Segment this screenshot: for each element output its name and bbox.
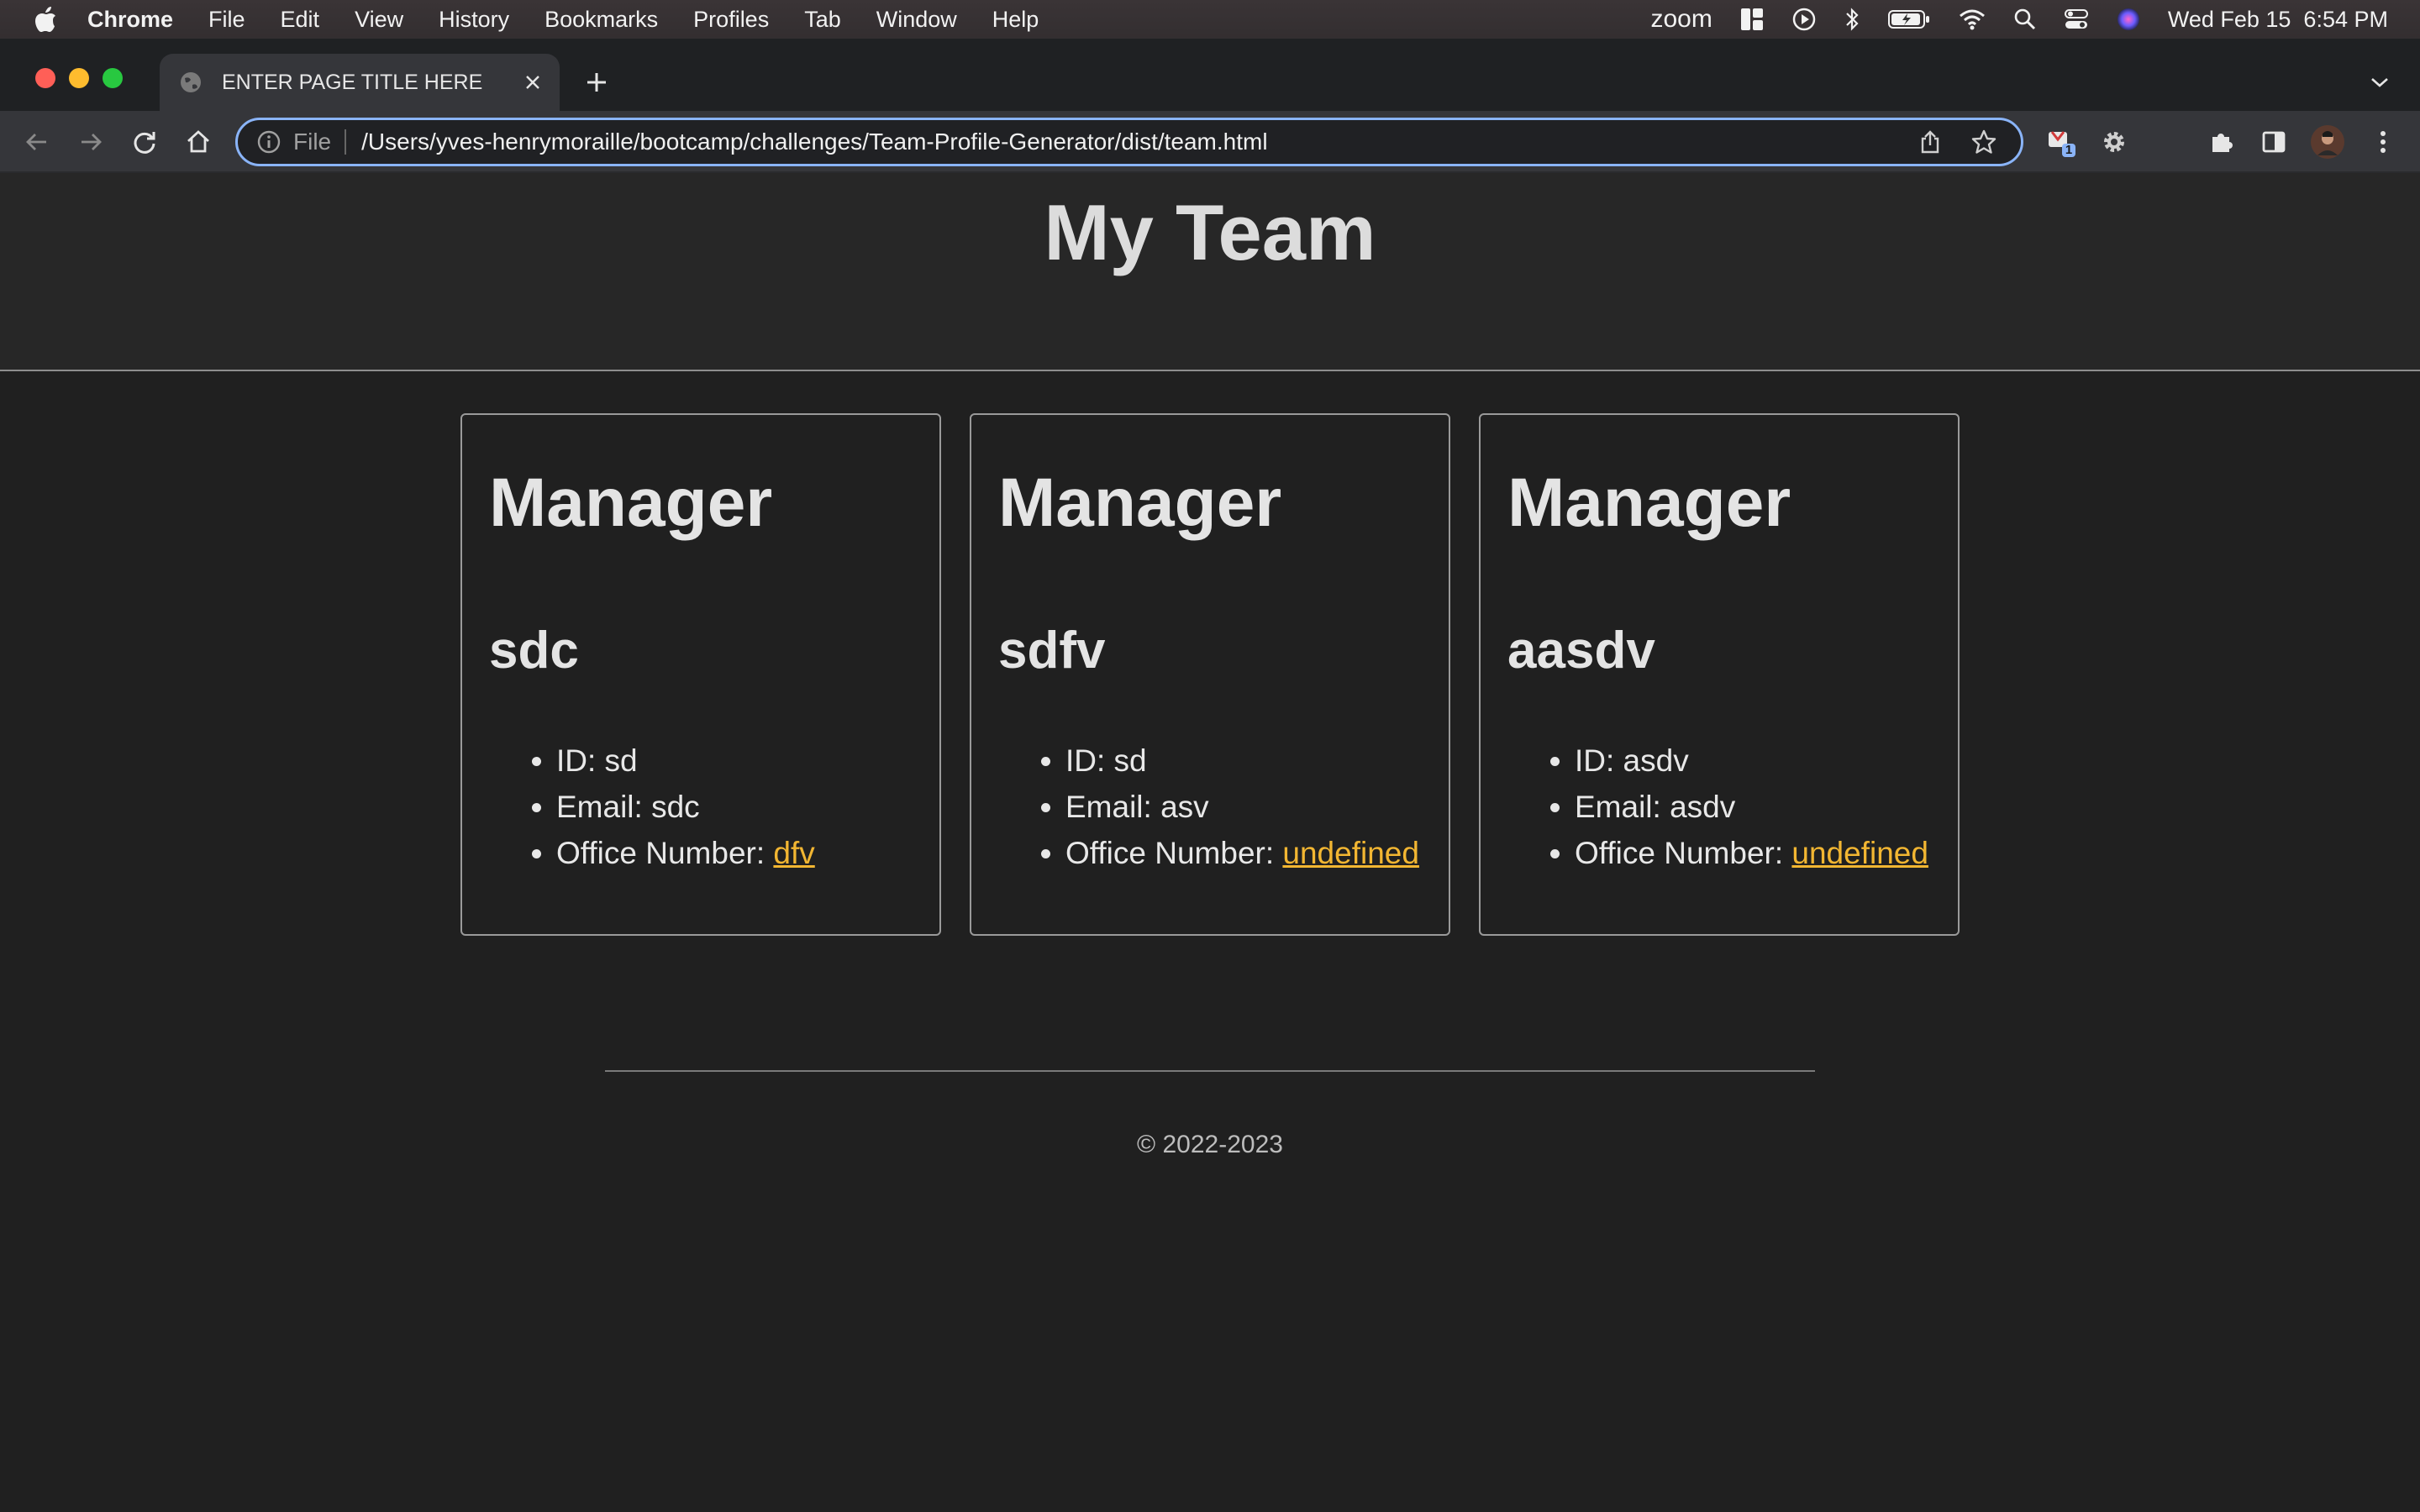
employee-card: Manager aasdv ID: asdv Email: asdv Offic…	[1479, 413, 1960, 936]
url-text[interactable]: /Users/yves-henrymoraille/bootcamp/chall…	[361, 129, 1913, 155]
star-icon[interactable]	[1967, 125, 2001, 159]
gear-icon[interactable]	[2096, 123, 2133, 160]
tab-strip: ENTER PAGE TITLE HERE	[0, 39, 2420, 111]
card-office: Office Number: dfv	[556, 830, 913, 876]
office-number-link[interactable]: undefined	[1282, 836, 1419, 870]
side-panel-icon[interactable]	[2255, 123, 2292, 160]
menu-edit[interactable]: Edit	[281, 7, 320, 33]
card-email: Email: asv	[1065, 784, 1422, 830]
chevron-down-icon[interactable]	[2365, 67, 2395, 97]
url-scheme-label: File	[293, 129, 332, 155]
share-icon[interactable]	[1913, 125, 1947, 159]
control-center-icon[interactable]	[2064, 8, 2089, 31]
team-cards: Manager sdc ID: sd Email: sdc Office Num…	[460, 413, 1960, 936]
menu-help[interactable]: Help	[992, 7, 1039, 33]
zoom-icon[interactable]: zoom	[1650, 5, 1712, 34]
play-circle-icon[interactable]	[1791, 7, 1817, 32]
card-role: Manager	[489, 465, 773, 541]
office-label: Office Number:	[556, 836, 774, 870]
employee-card: Manager sdfv ID: sd Email: asv Office Nu…	[970, 413, 1450, 936]
siri-icon[interactable]	[2116, 7, 2141, 32]
extension-icon[interactable]: 1	[2044, 123, 2081, 160]
menu-view[interactable]: View	[355, 7, 403, 33]
macos-menubar: Chrome File Edit View History Bookmarks …	[0, 0, 2420, 39]
reload-icon[interactable]	[126, 123, 163, 160]
info-icon[interactable]	[256, 129, 281, 155]
plus-icon[interactable]	[580, 66, 613, 99]
menu-tab[interactable]: Tab	[804, 7, 841, 33]
extension-badge: 1	[2065, 143, 2073, 157]
menubar-status-area: zoom Wed Feb 15 6:54 PM	[1623, 5, 2420, 34]
card-office: Office Number: undefined	[1575, 830, 1931, 876]
menu-file[interactable]: File	[208, 7, 245, 33]
puzzle-icon[interactable]	[2203, 123, 2240, 160]
menu-app-name[interactable]: Chrome	[87, 7, 173, 33]
employee-card: Manager sdc ID: sd Email: sdc Office Num…	[460, 413, 941, 936]
footer-divider	[605, 1070, 1815, 1072]
apple-icon[interactable]	[29, 6, 62, 33]
page-title: My Team	[1044, 187, 1376, 276]
card-id: ID: sd	[1065, 738, 1422, 784]
footer-copyright: © 2022-2023	[1137, 1131, 1283, 1158]
back-arrow-icon[interactable]	[18, 123, 55, 160]
card-name: sdc	[489, 622, 579, 680]
window-zoom-button[interactable]	[103, 68, 123, 88]
forward-arrow-icon[interactable]	[72, 123, 109, 160]
card-name: aasdv	[1507, 622, 1655, 680]
menu-profiles[interactable]: Profiles	[693, 7, 769, 33]
menu-history[interactable]: History	[439, 7, 509, 33]
menubar-datetime[interactable]: Wed Feb 15 6:54 PM	[2168, 7, 2388, 33]
card-role: Manager	[1507, 465, 1791, 541]
spotlight-search-icon[interactable]	[2013, 8, 2037, 31]
window-minimize-button[interactable]	[69, 68, 89, 88]
close-icon[interactable]	[516, 66, 550, 99]
card-id: ID: sd	[556, 738, 913, 784]
bluetooth-icon[interactable]	[1844, 7, 1860, 32]
card-id: ID: asdv	[1575, 738, 1931, 784]
menu-window[interactable]: Window	[876, 7, 957, 33]
url-separator	[345, 129, 347, 155]
card-name: sdfv	[998, 622, 1106, 680]
window-close-button[interactable]	[35, 68, 55, 88]
kebab-menu-icon[interactable]	[2365, 123, 2402, 160]
browser-tab-active[interactable]: ENTER PAGE TITLE HERE	[160, 54, 560, 111]
avatar[interactable]	[2309, 123, 2346, 160]
office-number-link[interactable]: dfv	[773, 836, 814, 870]
menu-bookmarks[interactable]: Bookmarks	[544, 7, 658, 33]
card-role: Manager	[998, 465, 1282, 541]
tab-title: ENTER PAGE TITLE HERE	[222, 70, 483, 94]
card-details: ID: sd Email: sdc Office Number: dfv	[489, 738, 913, 876]
battery-icon[interactable]	[1887, 8, 1931, 30]
web-page: My Team Manager sdc ID: sd Email: sdc Of…	[0, 173, 2420, 1512]
card-email: Email: asdv	[1575, 784, 1931, 830]
office-label: Office Number:	[1575, 836, 1792, 870]
office-number-link[interactable]: undefined	[1791, 836, 1928, 870]
card-details: ID: sd Email: asv Office Number: undefin…	[998, 738, 1422, 876]
wifi-icon[interactable]	[1958, 8, 1986, 31]
home-icon[interactable]	[180, 123, 217, 160]
card-office: Office Number: undefined	[1065, 830, 1422, 876]
address-bar[interactable]: File /Users/yves-henrymoraille/bootcamp/…	[235, 118, 2023, 166]
card-email: Email: sdc	[556, 784, 913, 830]
browser-toolbar: File /Users/yves-henrymoraille/bootcamp/…	[0, 111, 2420, 173]
globe-icon	[178, 70, 203, 95]
card-details: ID: asdv Email: asdv Office Number: unde…	[1507, 738, 1931, 876]
page-header: My Team	[0, 173, 2420, 371]
office-label: Office Number:	[1065, 836, 1283, 870]
sidebar-layout-icon[interactable]	[1739, 7, 1765, 32]
